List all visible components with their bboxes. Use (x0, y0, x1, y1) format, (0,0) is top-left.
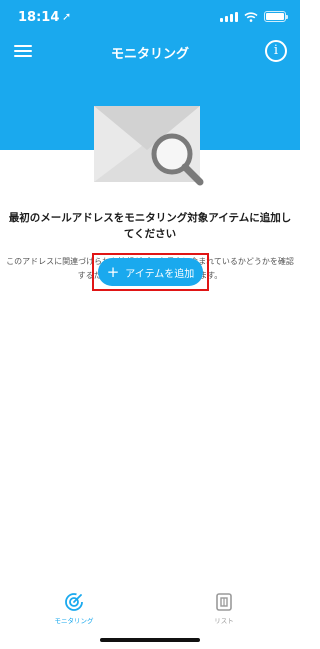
status-bar: 18:14 ➚ (0, 0, 300, 36)
tab-bar: モニタリング リスト (0, 586, 300, 630)
battery-icon (264, 11, 288, 22)
signal-icon (220, 11, 238, 22)
page-title: モニタリング (110, 47, 189, 62)
navigation-bar: モニタリング i (0, 36, 300, 68)
empty-state-heading: 最初のメールアドレスをモニタリング対象アイテムに追加してください (8, 212, 292, 240)
tab-list[interactable]: リスト (184, 592, 264, 625)
wifi-icon (244, 11, 258, 22)
status-indicators (220, 11, 288, 22)
tab-monitoring-label: モニタリング (54, 617, 94, 625)
monitoring-icon (65, 593, 83, 611)
location-arrow-icon: ➚ (62, 10, 72, 23)
plus-icon: + (106, 262, 120, 281)
info-button[interactable]: i (265, 40, 287, 62)
add-item-button[interactable]: + アイテムを追加 (98, 258, 203, 286)
add-item-button-label: アイテムを追加 (125, 268, 195, 280)
home-indicator (100, 638, 200, 642)
status-time: 18:14 (18, 10, 60, 25)
tab-list-label: リスト (214, 617, 234, 625)
envelope-magnifier-illustration (94, 106, 204, 186)
tab-monitoring[interactable]: モニタリング (34, 592, 114, 625)
list-icon (216, 593, 232, 611)
